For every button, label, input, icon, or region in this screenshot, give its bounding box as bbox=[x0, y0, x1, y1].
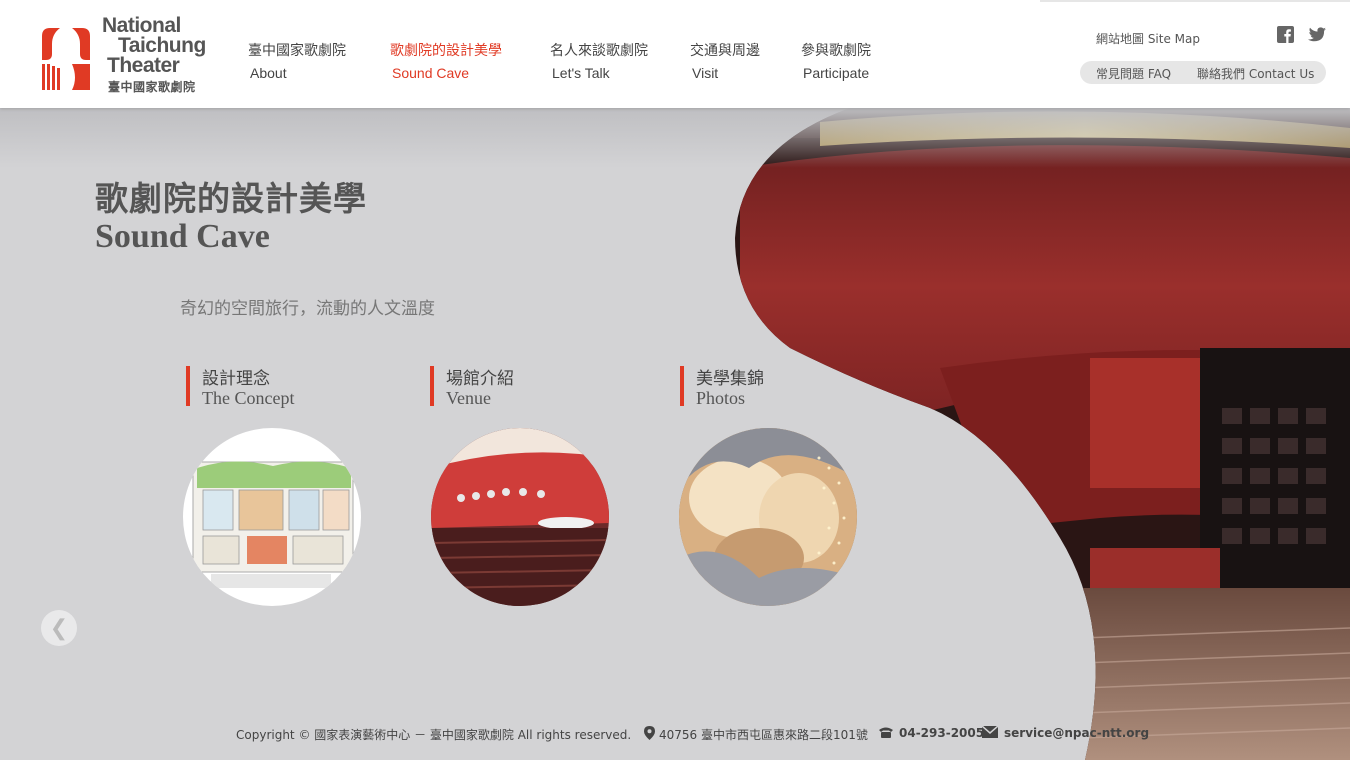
venue-model-image bbox=[431, 428, 609, 606]
nav-item-lets-talk[interactable]: 名人來談歌劇院 Let's Talk bbox=[550, 42, 648, 82]
logo-text-en: National Taichung Theater bbox=[102, 14, 206, 77]
section-accent-bar bbox=[430, 366, 434, 406]
nav-label-zh: 名人來談歌劇院 bbox=[550, 43, 648, 59]
nav-label-zh: 交通與周邊 bbox=[690, 43, 760, 59]
faq-link[interactable]: 常見問題 FAQ bbox=[1096, 65, 1171, 82]
sitemap-link[interactable]: 網站地圖 Site Map bbox=[1096, 30, 1200, 47]
section-title-en: Photos bbox=[696, 388, 746, 408]
photos-thumbnail[interactable] bbox=[679, 428, 857, 606]
footer-address: 40756 臺中市西屯區惠來路二段101號 bbox=[659, 728, 868, 742]
logo-line-3: Theater bbox=[107, 54, 180, 77]
page-title-en: Sound Cave bbox=[95, 218, 270, 255]
page-title-zh: 歌劇院的設計美學 bbox=[95, 179, 367, 218]
nav-label-en: Let's Talk bbox=[552, 65, 610, 81]
nav-label-en: Sound Cave bbox=[392, 65, 470, 81]
site-footer: Copyright © 國家表演藝術中心 － 臺中國家歌劇院 All right… bbox=[0, 725, 1350, 746]
footer-copyright: Copyright © 國家表演藝術中心 － 臺中國家歌劇院 All right… bbox=[236, 728, 632, 742]
twitter-icon[interactable] bbox=[1307, 26, 1327, 44]
concept-thumbnail[interactable] bbox=[183, 428, 361, 606]
mail-icon bbox=[981, 725, 999, 741]
site-header: National Taichung Theater 臺中國家歌劇院 臺中國家歌劇… bbox=[0, 0, 1350, 108]
nav-item-sound-cave[interactable]: 歌劇院的設計美學 Sound Cave bbox=[390, 42, 502, 82]
section-title-en: The Concept bbox=[202, 388, 295, 408]
venue-thumbnail[interactable] bbox=[431, 428, 609, 606]
nav-label-zh: 參與歌劇院 bbox=[801, 43, 871, 59]
section-title-zh: 設計理念 bbox=[202, 369, 270, 389]
header-top-line bbox=[1040, 0, 1350, 2]
email-address: service@npac-ntt.org bbox=[1004, 726, 1150, 740]
nav-label-en: Visit bbox=[692, 65, 719, 81]
facebook-icon[interactable] bbox=[1277, 26, 1295, 44]
logo-text-zh: 臺中國家歌劇院 bbox=[108, 80, 196, 94]
logo-line-2: Taichung bbox=[118, 34, 206, 57]
section-title-zh: 美學集錦 bbox=[696, 369, 764, 389]
phone-number: 04-293-2005 bbox=[899, 726, 985, 740]
section-title-en: Venue bbox=[446, 388, 491, 408]
section-accent-bar bbox=[186, 366, 190, 406]
theater-logo-icon bbox=[42, 28, 90, 90]
location-icon bbox=[644, 726, 655, 743]
logo-line-1: National bbox=[102, 14, 181, 37]
header-shadow bbox=[0, 108, 1350, 168]
footer-phone: 04-293-2005 bbox=[899, 726, 984, 740]
nav-item-visit[interactable]: 交通與周邊 Visit bbox=[690, 42, 760, 82]
photos-interior-image bbox=[679, 428, 857, 606]
nav-label-en: About bbox=[250, 65, 287, 81]
concept-sketch-image bbox=[183, 428, 361, 606]
section-title-zh: 場館介紹 bbox=[446, 369, 514, 389]
nav-label-zh: 臺中國家歌劇院 bbox=[248, 43, 346, 59]
footer-email[interactable]: service@npac-ntt.org bbox=[1004, 726, 1149, 740]
phone-icon bbox=[878, 726, 894, 742]
section-accent-bar bbox=[680, 366, 684, 406]
nav-item-about[interactable]: 臺中國家歌劇院 About bbox=[248, 42, 346, 82]
page-subtitle: 奇幻的空間旅行，流動的人文溫度 bbox=[180, 299, 435, 319]
nav-item-participate[interactable]: 參與歌劇院 Participate bbox=[801, 42, 871, 82]
site-logo[interactable]: National Taichung Theater 臺中國家歌劇院 bbox=[38, 14, 213, 96]
contact-link[interactable]: 聯絡我們 Contact Us bbox=[1197, 65, 1314, 82]
nav-label-zh: 歌劇院的設計美學 bbox=[390, 43, 502, 59]
prev-slide-button[interactable]: ❮ bbox=[41, 610, 77, 646]
nav-label-en: Participate bbox=[803, 65, 870, 81]
